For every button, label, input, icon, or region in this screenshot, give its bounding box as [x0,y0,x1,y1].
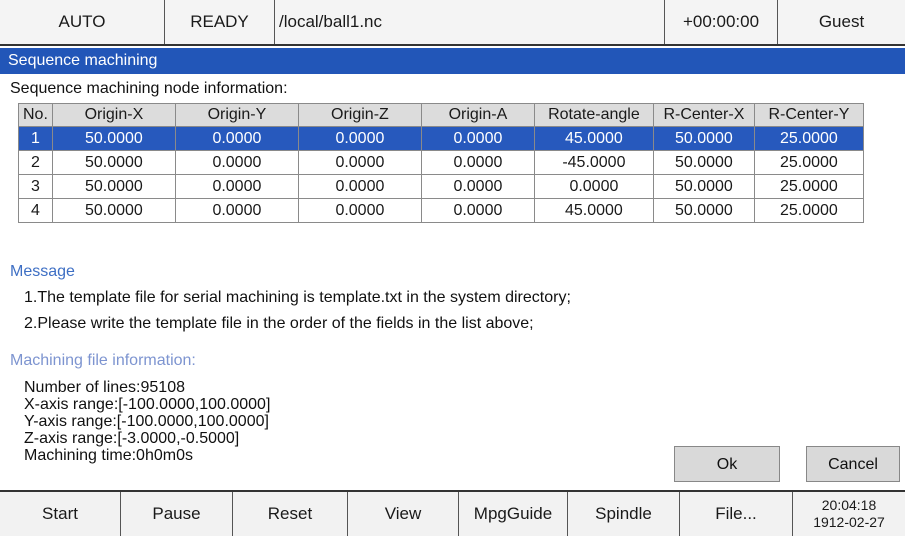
cell-origin-z: 0.0000 [297,126,422,151]
file-path: /local/ball1.nc [275,0,665,44]
cell-no: 4 [18,198,53,223]
mpg-guide-button[interactable]: MpgGuide [459,492,568,536]
col-header-rotate-angle: Rotate-angle [533,103,654,127]
message-line-1: 1.The template file for serial machining… [24,289,571,306]
cell-no: 1 [18,126,53,151]
cell-origin-z: 0.0000 [297,150,422,175]
node-section-label: Sequence machining node information: [10,80,288,97]
cell-no: 2 [18,150,53,175]
reset-button[interactable]: Reset [233,492,348,536]
pause-button[interactable]: Pause [121,492,233,536]
cell-no: 3 [18,174,53,199]
table-row[interactable]: 4 50.0000 0.0000 0.0000 0.0000 45.0000 5… [18,198,864,223]
line-count: Number of lines:95108 [24,379,185,396]
view-button[interactable]: View [348,492,459,536]
cell-origin-x: 50.0000 [51,150,176,175]
cell-origin-y: 0.0000 [174,150,299,175]
file-info-heading: Machining file information: [10,352,196,369]
file-button[interactable]: File... [680,492,793,536]
x-axis-range: X-axis range:[-100.0000,100.0000] [24,396,271,413]
col-header-r-center-x: R-Center-X [652,103,755,127]
machining-time: Machining time:0h0m0s [24,447,193,464]
col-header-no: No. [18,103,53,127]
run-timer: +00:00:00 [665,0,778,44]
cell-r-center-x: 50.0000 [652,150,755,175]
cell-origin-y: 0.0000 [174,174,299,199]
cell-rotate-angle: -45.0000 [533,150,654,175]
clock-time: 20:04:18 [821,497,877,513]
table-row[interactable]: 2 50.0000 0.0000 0.0000 0.0000 -45.0000 … [18,150,864,175]
state-indicator: READY [165,0,275,44]
message-line-2: 2.Please write the template file in the … [24,315,534,332]
cell-origin-y: 0.0000 [174,126,299,151]
cell-r-center-y: 25.0000 [753,126,864,151]
cell-origin-a: 0.0000 [420,198,535,223]
y-axis-range: Y-axis range:[-100.0000,100.0000] [24,413,269,430]
function-bar: Start Pause Reset View MpgGuide Spindle … [0,490,905,536]
cell-origin-z: 0.0000 [297,198,422,223]
col-header-r-center-y: R-Center-Y [753,103,864,127]
cell-origin-z: 0.0000 [297,174,422,199]
clock-date: 1912-02-27 [813,514,885,530]
cell-rotate-angle: 45.0000 [533,126,654,151]
col-header-origin-y: Origin-Y [174,103,299,127]
table-row[interactable]: 1 50.0000 0.0000 0.0000 0.0000 45.0000 5… [18,126,864,151]
cell-r-center-x: 50.0000 [652,174,755,199]
clock: 20:04:18 1912-02-27 [793,492,905,536]
user-indicator: Guest [818,12,865,31]
cell-r-center-y: 25.0000 [753,174,864,199]
z-axis-range: Z-axis range:[-3.0000,-0.5000] [24,430,240,447]
table-header-row: No. Origin-X Origin-Y Origin-Z Origin-A … [18,103,864,127]
status-bar: AUTO READY /local/ball1.nc +00:00:00 Gue… [0,0,905,46]
table-row[interactable]: 3 50.0000 0.0000 0.0000 0.0000 0.0000 50… [18,174,864,199]
page-title: Sequence machining [0,48,905,74]
ok-button[interactable]: Ok [674,446,780,482]
cell-r-center-y: 25.0000 [753,198,864,223]
message-heading: Message [10,263,75,280]
cell-origin-x: 50.0000 [51,174,176,199]
col-header-origin-z: Origin-Z [297,103,422,127]
mode-indicator: AUTO [0,0,165,44]
cell-r-center-x: 50.0000 [652,198,755,223]
col-header-origin-a: Origin-A [420,103,535,127]
cell-origin-a: 0.0000 [420,174,535,199]
cell-r-center-x: 50.0000 [652,126,755,151]
spindle-button[interactable]: Spindle [568,492,680,536]
cell-origin-y: 0.0000 [174,198,299,223]
cell-origin-a: 0.0000 [420,150,535,175]
node-table: No. Origin-X Origin-Y Origin-Z Origin-A … [18,103,864,223]
cell-origin-x: 50.0000 [51,126,176,151]
cell-origin-a: 0.0000 [420,126,535,151]
cell-rotate-angle: 45.0000 [533,198,654,223]
col-header-origin-x: Origin-X [51,103,176,127]
cancel-button[interactable]: Cancel [806,446,900,482]
start-button[interactable]: Start [0,492,121,536]
cell-origin-x: 50.0000 [51,198,176,223]
cell-r-center-y: 25.0000 [753,150,864,175]
cell-rotate-angle: 0.0000 [533,174,654,199]
